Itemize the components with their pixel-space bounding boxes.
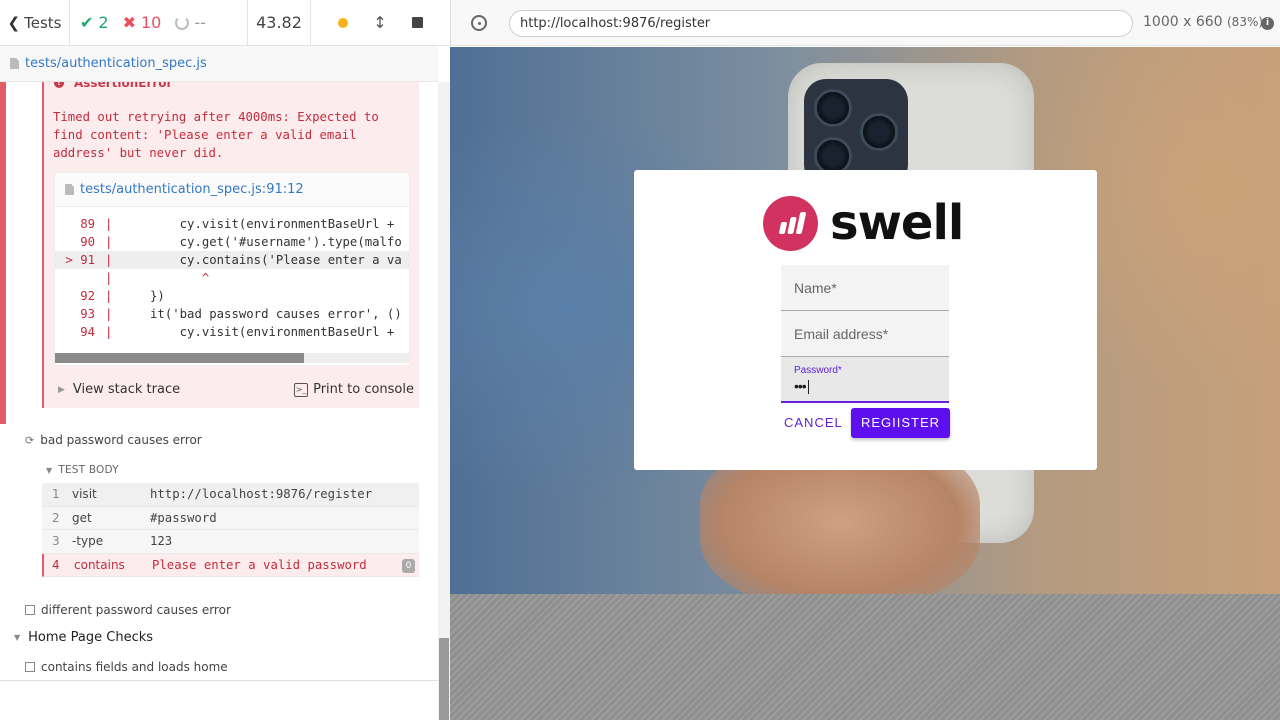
view-stack-trace-toggle[interactable]: ▶ View stack trace bbox=[58, 382, 180, 397]
pending-checkbox-icon bbox=[25, 662, 35, 672]
test-title: contains fields and loads home bbox=[41, 660, 228, 674]
run-controls: ↕ bbox=[311, 0, 450, 46]
test-title: bad password causes error bbox=[40, 433, 202, 447]
app-iframe: swell Name* Email address* Password* •••… bbox=[450, 47, 1280, 594]
viewport-dimensions: 1000 x 660 bbox=[1143, 14, 1223, 30]
password-label: Password* bbox=[794, 365, 842, 376]
code-frame-file-link[interactable]: tests/authentication_spec.js:91:12 bbox=[55, 173, 409, 207]
chevron-left-icon: ❮ bbox=[7, 13, 21, 32]
error-message: Timed out retrying after 4000ms: Expecte… bbox=[53, 110, 379, 160]
file-icon bbox=[65, 184, 74, 195]
duration: 43.82 bbox=[248, 0, 311, 46]
name-field[interactable]: Name* bbox=[781, 265, 949, 311]
cross-icon: ✖ bbox=[122, 13, 136, 32]
passed-count: 2 bbox=[98, 13, 109, 32]
scrollbar-thumb[interactable] bbox=[439, 638, 449, 720]
test-body-label: TEST BODY bbox=[58, 464, 119, 476]
triangle-right-icon: ▶ bbox=[58, 384, 65, 395]
email-field[interactable]: Email address* bbox=[781, 311, 949, 357]
terminal-icon: >_ bbox=[294, 382, 309, 397]
triangle-down-icon: ▼ bbox=[46, 465, 53, 475]
stop-icon[interactable] bbox=[412, 17, 424, 28]
suite-title: Home Page Checks bbox=[28, 630, 154, 645]
pending-stat: -- bbox=[175, 13, 206, 32]
aut-header: http://localhost:9876/register 1000 x 66… bbox=[450, 0, 1280, 46]
back-label: Tests bbox=[24, 13, 62, 32]
reporter-scrollbar[interactable] bbox=[438, 82, 450, 720]
print-to-console-label: Print to console bbox=[313, 382, 414, 397]
test-stats: ✔ 2 ✖ 10 -- bbox=[70, 0, 248, 46]
print-to-console-button[interactable]: >_ Print to console bbox=[294, 382, 414, 397]
pending-count: -- bbox=[194, 13, 206, 32]
code-line: 90 | cy.get('#username').type(malfo bbox=[80, 235, 402, 249]
code-line: 94 | cy.visit(environmentBaseUrl + bbox=[80, 325, 402, 339]
cypress-runner: ❮ Tests ✔ 2 ✖ 10 -- 43.82 ↕ tests/authen… bbox=[0, 0, 1280, 720]
reporter-scroll-area: ! AssertionError Timed out retrying afte… bbox=[0, 82, 438, 682]
swell-logo-icon bbox=[763, 195, 818, 251]
zoom-level: (83%) bbox=[1227, 15, 1264, 29]
brand-name: swell bbox=[830, 195, 964, 251]
error-title: ! AssertionError bbox=[54, 82, 172, 90]
cancel-button[interactable]: CANCEL bbox=[784, 415, 843, 430]
spec-file-link[interactable]: tests/authentication_spec.js bbox=[0, 46, 438, 82]
register-card: swell Name* Email address* Password* •••… bbox=[634, 170, 1097, 470]
auto-scroll-icon[interactable]: ↕ bbox=[373, 13, 386, 32]
aut-stage: swell Name* Email address* Password* •••… bbox=[450, 47, 1280, 720]
running-icon: ⟳ bbox=[25, 433, 35, 447]
test-title: different password causes error bbox=[41, 603, 231, 617]
test-item[interactable]: different password causes error bbox=[25, 603, 231, 617]
code-line: 92 | }) bbox=[80, 289, 165, 303]
check-icon: ✔ bbox=[80, 13, 94, 32]
pending-spinner-icon bbox=[175, 15, 190, 30]
url-bar[interactable]: http://localhost:9876/register bbox=[509, 10, 1133, 37]
reporter-header: ❮ Tests ✔ 2 ✖ 10 -- 43.82 ↕ bbox=[0, 0, 450, 46]
spec-path-text: tests/authentication_spec.js bbox=[25, 56, 207, 71]
failed-count: 10 bbox=[141, 13, 162, 32]
info-icon[interactable]: i bbox=[1261, 17, 1274, 30]
code-frame: tests/authentication_spec.js:91:12 89 | c… bbox=[54, 172, 410, 366]
running-indicator-icon bbox=[337, 17, 348, 28]
password-field[interactable]: Password* ••• bbox=[781, 357, 949, 403]
command-row[interactable]: 3 -type 123 bbox=[42, 530, 419, 554]
error-title-text: AssertionError bbox=[74, 82, 173, 90]
command-row[interactable]: 2 get #password bbox=[42, 506, 419, 530]
code-line-highlighted: > 91 | cy.contains('Please enter a va bbox=[55, 251, 409, 269]
command-log: 1 visit http://localhost:9876/register 2… bbox=[42, 483, 419, 577]
exclamation-icon: ! bbox=[54, 82, 64, 88]
command-row-failed[interactable]: 4 contains Please enter a valid password… bbox=[42, 553, 419, 577]
code-line: 89 | cy.visit(environmentBaseUrl + bbox=[80, 217, 402, 231]
lens bbox=[860, 113, 898, 151]
suite-item[interactable]: ▼ Home Page Checks bbox=[14, 630, 153, 645]
command-row[interactable]: 1 visit http://localhost:9876/register bbox=[42, 483, 419, 507]
code-lines: 89 | cy.visit(environmentBaseUrl + 90 | cy… bbox=[55, 215, 409, 341]
test-item-current[interactable]: ⟳ bad password causes error bbox=[25, 433, 202, 447]
scrollbar-thumb[interactable] bbox=[55, 353, 304, 363]
triangle-down-icon: ▼ bbox=[14, 633, 21, 642]
view-stack-trace-label: View stack trace bbox=[72, 382, 181, 397]
lens bbox=[814, 89, 852, 127]
selector-playground-icon[interactable] bbox=[471, 15, 487, 31]
pending-checkbox-icon bbox=[25, 605, 35, 615]
failed-test-indicator bbox=[0, 82, 6, 424]
failed-stat: ✖ 10 bbox=[123, 13, 162, 32]
code-line-caret: | ^ bbox=[105, 271, 210, 285]
reporter-panel: ❮ Tests ✔ 2 ✖ 10 -- 43.82 ↕ tests/authen… bbox=[0, 0, 450, 720]
code-line: 93 | it('bad password causes error', () bbox=[80, 307, 402, 321]
test-item[interactable]: contains fields and loads home bbox=[25, 660, 228, 674]
test-body-header[interactable]: ▼ TEST BODY bbox=[46, 464, 119, 476]
back-to-tests-button[interactable]: ❮ Tests bbox=[0, 0, 70, 46]
passed-stat: ✔ 2 bbox=[80, 13, 109, 32]
code-horizontal-scrollbar[interactable] bbox=[55, 353, 409, 363]
element-count-badge: 0 bbox=[402, 558, 415, 573]
divider bbox=[0, 680, 438, 681]
swell-logo: swell bbox=[763, 195, 964, 251]
code-frame-path: tests/authentication_spec.js:91:12 bbox=[80, 182, 304, 197]
register-button[interactable]: REGIISTER bbox=[851, 408, 950, 438]
error-panel: ! AssertionError Timed out retrying afte… bbox=[42, 82, 419, 408]
viewport-size: 1000 x 660 (83%) bbox=[1143, 14, 1263, 30]
password-value: ••• bbox=[794, 378, 809, 395]
stack-trace-row: ▶ View stack trace >_ Print to console bbox=[58, 382, 414, 397]
file-icon bbox=[10, 58, 19, 69]
